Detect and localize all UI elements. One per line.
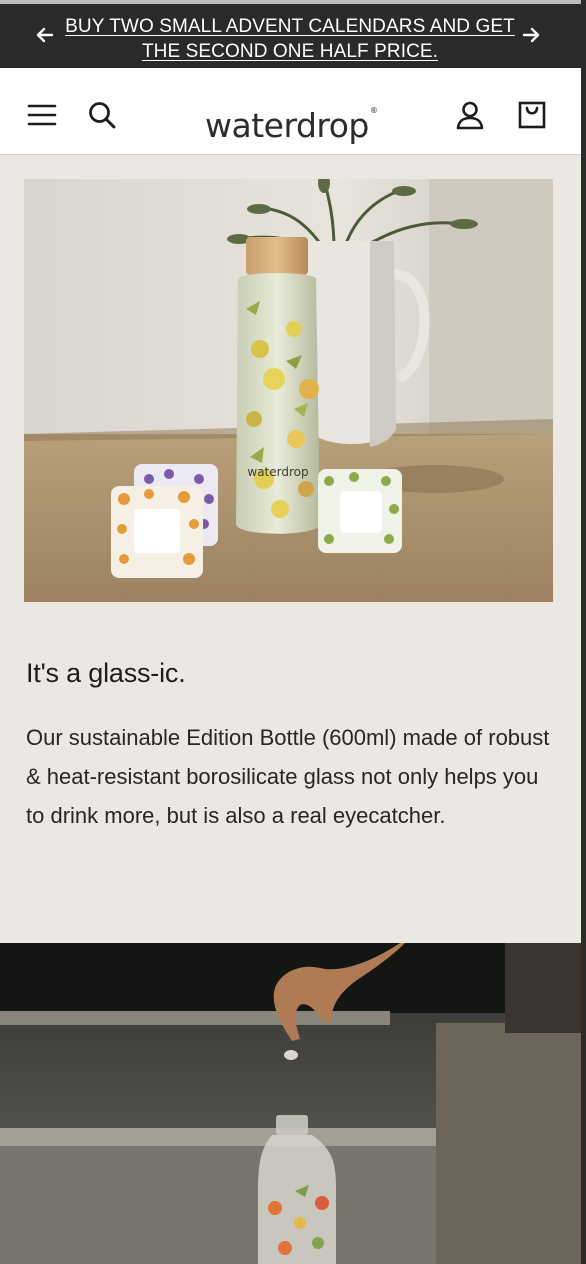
arrow-left-icon[interactable] [31,21,59,49]
site-header: waterdrop® [0,68,581,155]
hero-product-image: waterdrop [24,179,553,602]
waterdrop-logo[interactable]: waterdrop® [205,91,378,145]
logo-text: waterdrop [205,106,369,145]
account-icon[interactable] [452,97,488,133]
search-icon[interactable] [84,97,120,133]
section-description: Our sustainable Edition Bottle (600ml) m… [26,725,550,828]
window-edge [581,0,586,1264]
lifestyle-image [0,943,581,1264]
hamburger-menu-icon[interactable] [24,97,60,133]
arrow-right-icon[interactable] [517,21,545,49]
announcement-bar: BUY TWO SMALL ADVENT CALENDARS AND GET T… [0,0,581,68]
section-heading: It's a glass-ic. [26,658,186,688]
announcement-link[interactable]: BUY TWO SMALL ADVENT CALENDARS AND GET T… [60,14,520,64]
shopping-bag-icon[interactable] [514,97,550,133]
bottle-brand-label: waterdrop [247,465,308,479]
